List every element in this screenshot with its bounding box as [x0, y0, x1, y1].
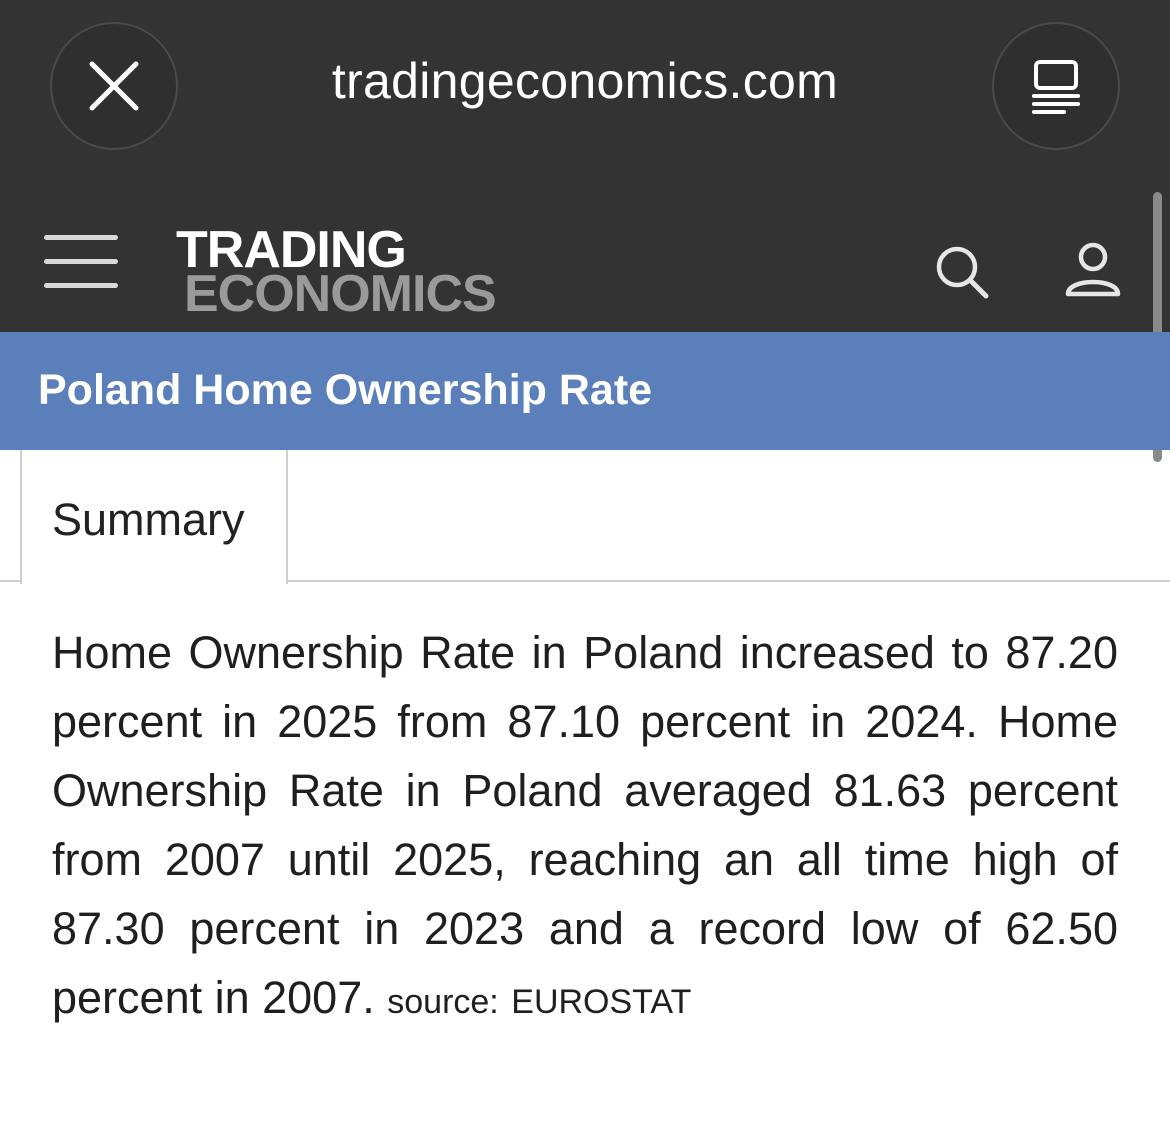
title-band: Poland Home Ownership Rate: [0, 332, 1170, 450]
logo-line-economics: ECONOMICS: [184, 265, 497, 323]
user-icon[interactable]: [1064, 242, 1122, 300]
reader-mode-button[interactable]: [992, 22, 1120, 150]
page: tradingeconomics.com TRADING ECONOMICS P…: [0, 0, 1170, 1131]
site-header: TRADING ECONOMICS: [0, 190, 1170, 332]
tab-bar: Summary: [0, 450, 1170, 584]
search-icon[interactable]: [934, 244, 990, 300]
page-title: Poland Home Ownership Rate: [38, 366, 653, 414]
reader-mode-icon: [1032, 60, 1080, 114]
site-logo[interactable]: TRADING ECONOMICS: [176, 224, 497, 323]
source-value[interactable]: EUROSTAT: [511, 983, 691, 1021]
tab-summary-label: Summary: [52, 494, 245, 545]
browser-toolbar: tradingeconomics.com: [0, 0, 1170, 190]
hamburger-menu-icon[interactable]: [44, 235, 118, 289]
summary-paragraph: Home Ownership Rate in Poland increased …: [52, 618, 1118, 1037]
source-label: source:: [387, 983, 499, 1021]
summary-body: Home Ownership Rate in Poland increased …: [52, 627, 1118, 1023]
tab-summary[interactable]: Summary: [20, 450, 288, 584]
